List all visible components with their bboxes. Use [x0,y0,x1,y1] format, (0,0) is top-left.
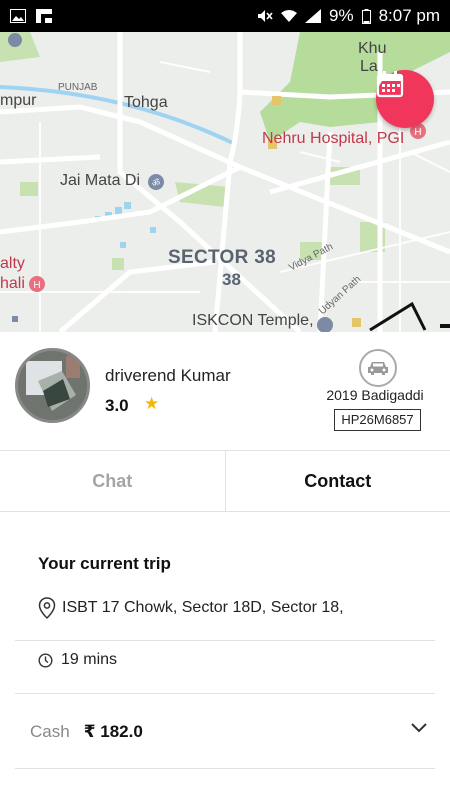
svg-text:ॐ: ॐ [152,178,160,189]
map-label-jai-mata-di: Jai Mata Di [60,172,141,189]
clock-icon [38,652,53,668]
status-bar: 9% 8:07 pm [0,0,450,32]
image-icon [10,9,26,23]
map-label-tohga: Tohga [124,94,168,111]
map-label-mpur: mpur [0,92,37,109]
map-label-nehru-hospital: Nehru Hospital, PGI [262,130,405,147]
trip-title: Your current trip [38,554,171,573]
svg-text:H: H [414,127,421,138]
wifi-icon [280,10,297,22]
chevron-down-icon[interactable] [410,722,428,734]
svg-text:H: H [33,280,40,291]
trip-address-row: ISBT 17 Chowk, Sector 18D, Sector 18, [38,597,344,619]
trip-details: Your current trip ISBT 17 Chowk, Sector … [0,512,450,800]
map-label-khuda: Khu [358,40,387,57]
map-label-sector-38: SECTOR 38 [168,247,276,268]
chat-button[interactable]: Chat [0,451,226,511]
driver-photo [18,351,87,420]
calendar-button[interactable] [376,70,434,128]
car-model: 2019 Badigaddi [326,387,424,403]
driver-avatar[interactable] [15,348,90,423]
signal-icon [304,9,321,23]
payment-row[interactable]: Cash ₹ 182.0 [30,722,143,742]
trip-duration-row: 19 mins [38,651,117,669]
calendar-icon [376,71,404,98]
map-label-ialty: alty [0,255,25,272]
driver-name: driverend Kumar [105,366,231,385]
star-icon: ★ [144,394,160,413]
map-label-sector-38-number: 38 [222,270,241,289]
license-plate: HP26M6857 [334,409,421,431]
divider [15,768,435,769]
trip-address: ISBT 17 Chowk, Sector 18D, Sector 18, [62,599,344,616]
status-time: 8:07 pm [378,6,440,25]
map-label-iskcon-temple: ISKCON Temple, [192,312,314,329]
battery-icon [361,8,371,24]
map-view[interactable]: H H ॐ Khu La mpur PUNJAB Tohga Nehru Hos… [0,32,450,332]
trip-duration: 19 mins [61,651,118,668]
status-notifications [10,9,52,23]
driver-rating: 3.0 [105,396,129,415]
driver-card: driverend Kumar 3.0 ★ 2019 Badigaddi HP2… [0,332,450,450]
map-label-punjab: PUNJAB [58,82,98,93]
payment-method: Cash [30,722,70,741]
car-icon [368,362,388,375]
divider [15,640,435,641]
divider [15,693,435,694]
fare-amount: ₹ 182.0 [83,722,143,741]
mute-icon [257,10,273,22]
contact-button[interactable]: Contact [226,451,450,511]
battery-percent: 9% [328,6,354,25]
driver-actions: Chat Contact [0,450,450,512]
map-label-ihali: hali [0,275,25,292]
location-pin-icon [38,597,56,619]
flipboard-icon [36,9,52,23]
car-badge [359,349,397,387]
status-system: 9% 8:07 pm [257,6,440,26]
